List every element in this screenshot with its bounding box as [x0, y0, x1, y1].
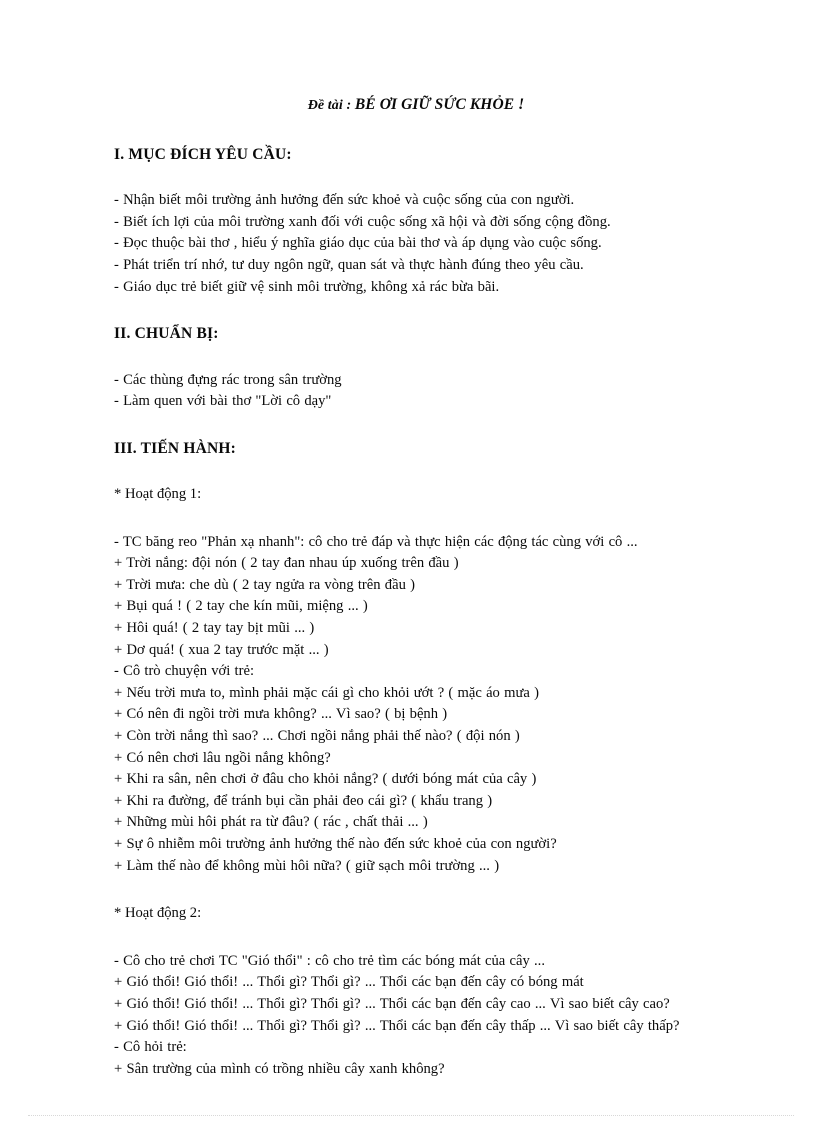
body-line: - Các thùng đựng rác trong sân trường — [114, 371, 342, 388]
document-page: Đề tài : BÉ ƠI GIỮ SỨC KHỎE ! I. MỤC ĐÍC… — [0, 0, 816, 1123]
body-line: + Có nên chơi lâu ngồi nắng không? — [114, 749, 331, 766]
document-body: Đề tài : BÉ ƠI GIỮ SỨC KHỎE ! I. MỤC ĐÍC… — [114, 96, 704, 1080]
body-line: + Làm thế nào để không mùi hôi nữa? ( gi… — [114, 857, 500, 874]
body-line: + Khi ra đường, để tránh bụi cần phải đe… — [114, 792, 493, 809]
page-bottom-divider — [28, 1115, 794, 1117]
body-line: + Trời nắng: đội nón ( 2 tay đan nhau úp… — [114, 555, 459, 572]
body-line: + Khi ra sân, nên chơi ở đâu cho khỏi nắ… — [114, 771, 537, 788]
body-line: + Trời mưa: che dù ( 2 tay ngửa ra vòng … — [114, 576, 415, 593]
document-title: Đề tài : BÉ ƠI GIỮ SỨC KHỎE ! — [114, 96, 704, 115]
body-line: - Cô hỏi trẻ: — [114, 1039, 187, 1056]
body-line: + Sự ô nhiễm môi trường ảnh hưởng thế nà… — [114, 835, 557, 852]
body-line: + Bụi quá ! ( 2 tay che kín mũi, miệng .… — [114, 598, 368, 615]
body-line: + Hôi quá! ( 2 tay tay bịt mũi ... ) — [114, 620, 315, 637]
body-line: - Giáo dục trẻ biết giữ vệ sinh môi trườ… — [114, 278, 500, 295]
body-line: - Làm quen với bài thơ "Lời cô dạy" — [114, 393, 332, 410]
body-line: + Nếu trời mưa to, mình phải mặc cái gì … — [114, 684, 539, 701]
section-body-purpose: - Nhận biết môi trường ảnh hưởng đến sức… — [114, 190, 704, 298]
body-line: - Biết ích lợi của môi trường xanh đối v… — [114, 213, 611, 230]
body-line: - Nhận biết môi trường ảnh hưởng đến sức… — [114, 192, 575, 209]
activity-1-body: - TC băng reo "Phản xạ nhanh": cô cho tr… — [114, 532, 704, 878]
body-line: - Cô cho trẻ chơi TC "Gió thổi" : cô cho… — [114, 952, 545, 969]
body-line: + Sân trường của mình có trồng nhiều cây… — [114, 1060, 445, 1077]
body-line: + Những mùi hôi phát ra từ đâu? ( rác , … — [114, 814, 428, 831]
section-heading-preparation: II. CHUẨN BỊ: — [114, 325, 219, 343]
body-line: + Gió thổi! Gió thổi! ... Thổi gì? Thổi … — [114, 974, 584, 991]
body-line: + Dơ quá! ( xua 2 tay trước mặt ... ) — [114, 641, 329, 658]
section-heading-procedure: III. TIẾN HÀNH: — [114, 439, 237, 457]
activity-1-subheading: * Hoạt động 1: — [114, 486, 202, 503]
section-heading-purpose: I. MỤC ĐÍCH YÊU CẦU: — [114, 145, 292, 163]
document-title-lead: Đề tài : — [307, 98, 355, 113]
activity-2-body: - Cô cho trẻ chơi TC "Gió thổi" : cô cho… — [114, 951, 704, 1081]
body-line: - Phát triển trí nhớ, tư duy ngôn ngữ, q… — [114, 256, 584, 273]
activity-2-subheading: * Hoạt động 2: — [114, 905, 202, 922]
section-body-preparation: - Các thùng đựng rác trong sân trường - … — [114, 370, 704, 413]
body-line: - Cô trò chuyện với trẻ: — [114, 663, 255, 680]
document-title-main: BÉ ƠI GIỮ SỨC KHỎE ! — [354, 96, 525, 113]
body-line: - Đọc thuộc bài thơ , hiểu ý nghĩa giáo … — [114, 235, 602, 252]
body-line: + Gió thổi! Gió thổi! ... Thổi gì? Thổi … — [114, 1017, 680, 1034]
body-line: + Có nên đi ngồi trời mưa không? ... Vì … — [114, 706, 448, 723]
body-line: + Còn trời nắng thì sao? ... Chơi ngồi n… — [114, 728, 520, 745]
body-line: + Gió thổi! Gió thổi! ... Thổi gì? Thổi … — [114, 995, 670, 1012]
body-line: - TC băng reo "Phản xạ nhanh": cô cho tr… — [114, 533, 638, 550]
